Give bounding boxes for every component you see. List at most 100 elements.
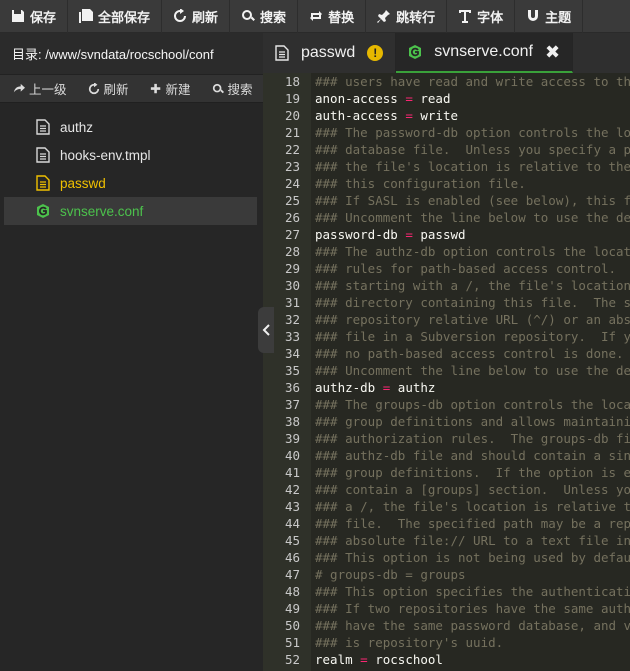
toolbar-font-button[interactable]: 字体 (447, 0, 516, 33)
search-icon (212, 83, 224, 93)
code-comment: ### file. The specified path may be a re… (315, 516, 630, 531)
toolbar-refresh-button[interactable]: 刷新 (162, 0, 231, 33)
document-file-icon (275, 45, 289, 61)
toolbar-save-button[interactable]: 保存 (0, 0, 69, 33)
code-comment: ### If SASL is enabled (see below), this… (315, 193, 630, 208)
toolbar-theme-button[interactable]: 主题 (515, 0, 584, 33)
code-line: 34 ### no path-based access control is do… (263, 345, 630, 362)
sidebar-up-level-button[interactable]: 上一级 (0, 79, 75, 98)
sidebar-plus-button[interactable]: 新建 (137, 79, 199, 98)
file-item-svnserve-conf[interactable]: svnserve.conf (4, 197, 257, 225)
code-comment: ### database file. Unless you specify a … (315, 142, 630, 157)
config-setting: anon-access = read (315, 90, 450, 107)
line-number: 36 (284, 380, 300, 395)
code-line: 47 # groups-db = groups (263, 566, 630, 583)
code-editor[interactable]: 18 ### users have read and write access t… (263, 73, 630, 671)
line-number: 41 (284, 465, 300, 480)
file-name: authz (60, 119, 94, 135)
line-number: 26 (284, 210, 300, 225)
config-file-icon (408, 44, 422, 60)
chevron-left-icon (262, 324, 270, 336)
code-comment: ### group definitions and allows maintai… (315, 414, 630, 429)
tab-passwd[interactable]: passwd! (263, 33, 397, 73)
line-number: 43 (284, 499, 300, 514)
code-line: 36 authz-db = authz (263, 379, 630, 396)
close-tab-icon[interactable]: ✖ (545, 42, 560, 63)
line-number: 20 (284, 108, 300, 123)
line-number: 30 (284, 278, 300, 293)
code-comment: ### is repository's uuid. (315, 635, 504, 650)
unsaved-warning-icon: ! (367, 45, 384, 61)
code-comment: # groups-db = groups (315, 567, 466, 582)
config-setting: authz-db = authz (315, 379, 435, 396)
toolbar-button-label: 搜索 (260, 9, 287, 25)
toolbar-goto-line-button[interactable]: 跳转行 (366, 0, 448, 33)
file-item-passwd[interactable]: passwd (4, 169, 257, 197)
code-line: 21 ### The password-db option controls th… (263, 124, 630, 141)
file-item-authz[interactable]: authz (4, 113, 257, 141)
file-sidebar: 目录: /www/svndata/rocschool/conf 上一级 刷新 新建 搜… (0, 33, 263, 671)
line-number: 24 (284, 176, 300, 191)
tab-label: passwd (301, 44, 356, 61)
line-number: 40 (284, 448, 300, 463)
refresh-icon (173, 9, 187, 23)
config-file-icon (36, 203, 50, 219)
code-line: 37 ### The groups-db option controls the … (263, 396, 630, 413)
config-value: read (420, 91, 451, 106)
code-comment: ### Uncomment the line below to use the … (315, 210, 630, 225)
toolbar-button-label: 替换 (328, 9, 355, 25)
font-icon (458, 9, 472, 23)
code-comment: ### The authz-db option controls the loc… (315, 244, 630, 259)
code-line: 26 ### Uncomment the line below to use th… (263, 209, 630, 226)
code-line: 29 ### rules for path-based access contro… (263, 260, 630, 277)
code-line: 52 realm = rocschool (263, 651, 630, 668)
sidebar-search-button[interactable]: 搜索 (199, 79, 261, 98)
code-line: 24 ### this configuration file. (263, 175, 630, 192)
search-icon (242, 10, 256, 21)
toolbar-button-label: 全部保存 (98, 9, 151, 25)
config-setting: password-db = passwd (315, 226, 466, 243)
assignment-operator: = (397, 91, 421, 106)
toolbar-save-all-button[interactable]: 全部保存 (68, 0, 163, 33)
code-line: 45 ### absolute file:// URL to a text fil… (263, 532, 630, 549)
code-comment: ### This option is not being used by def… (315, 550, 630, 565)
config-key: realm (315, 652, 353, 667)
config-key: authz-db (315, 380, 376, 395)
code-line: 28 ### The authz-db option controls the l… (263, 243, 630, 260)
collapse-sidebar-button[interactable] (258, 307, 274, 353)
refresh-icon (88, 82, 99, 94)
config-key: anon-access (315, 91, 398, 106)
code-comment: ### This option specifies the authentica… (315, 584, 630, 599)
code-line: 25 ### If SASL is enabled (see below), th… (263, 192, 630, 209)
file-item-hooks-env-tmpl[interactable]: hooks-env.tmpl (4, 141, 257, 169)
toolbar-search-button[interactable]: 搜索 (230, 0, 299, 33)
document-file-icon (36, 147, 50, 163)
code-line: 46 ### This option is not being used by d… (263, 549, 630, 566)
sidebar-tool-label: 上一级 (29, 83, 67, 97)
code-line: 19 anon-access = read (263, 90, 630, 107)
config-value: write (420, 108, 459, 123)
file-name: svnserve.conf (60, 203, 144, 219)
sidebar-tool-label: 新建 (165, 83, 191, 97)
theme-icon (526, 9, 540, 23)
code-comment: ### contain a [groups] section. Unless y… (315, 482, 630, 497)
code-comment: ### file in a Subversion repository. If … (315, 329, 630, 344)
file-name: hooks-env.tmpl (60, 147, 151, 163)
code-line: 49 ### If two repositories have the same … (263, 600, 630, 617)
toolbar-replace-button[interactable]: 替换 (298, 0, 367, 33)
document-file-icon (36, 119, 50, 135)
code-comment: ### have the same password database, and… (315, 618, 630, 633)
line-number: 21 (284, 125, 300, 140)
code-line: 33 ### file in a Subversion repository. I… (263, 328, 630, 345)
line-number: 47 (284, 567, 300, 582)
file-list: authz hooks-env.tmpl passwd svnserve.conf (0, 103, 263, 225)
line-number: 27 (284, 227, 300, 242)
sidebar-refresh-button[interactable]: 刷新 (75, 79, 137, 98)
toolbar: 保存 全部保存 刷新 搜索 替换 跳转行 字体 主题 (0, 0, 630, 33)
code-line: 20 auth-access = write (263, 107, 630, 124)
sidebar-tool-label: 刷新 (103, 83, 129, 97)
toolbar-button-label: 刷新 (192, 9, 219, 25)
tab-svnserve-conf[interactable]: svnserve.conf ✖ (396, 33, 574, 73)
code-comment: ### If two repositories have the same au… (315, 601, 630, 616)
line-number: 46 (284, 550, 300, 565)
